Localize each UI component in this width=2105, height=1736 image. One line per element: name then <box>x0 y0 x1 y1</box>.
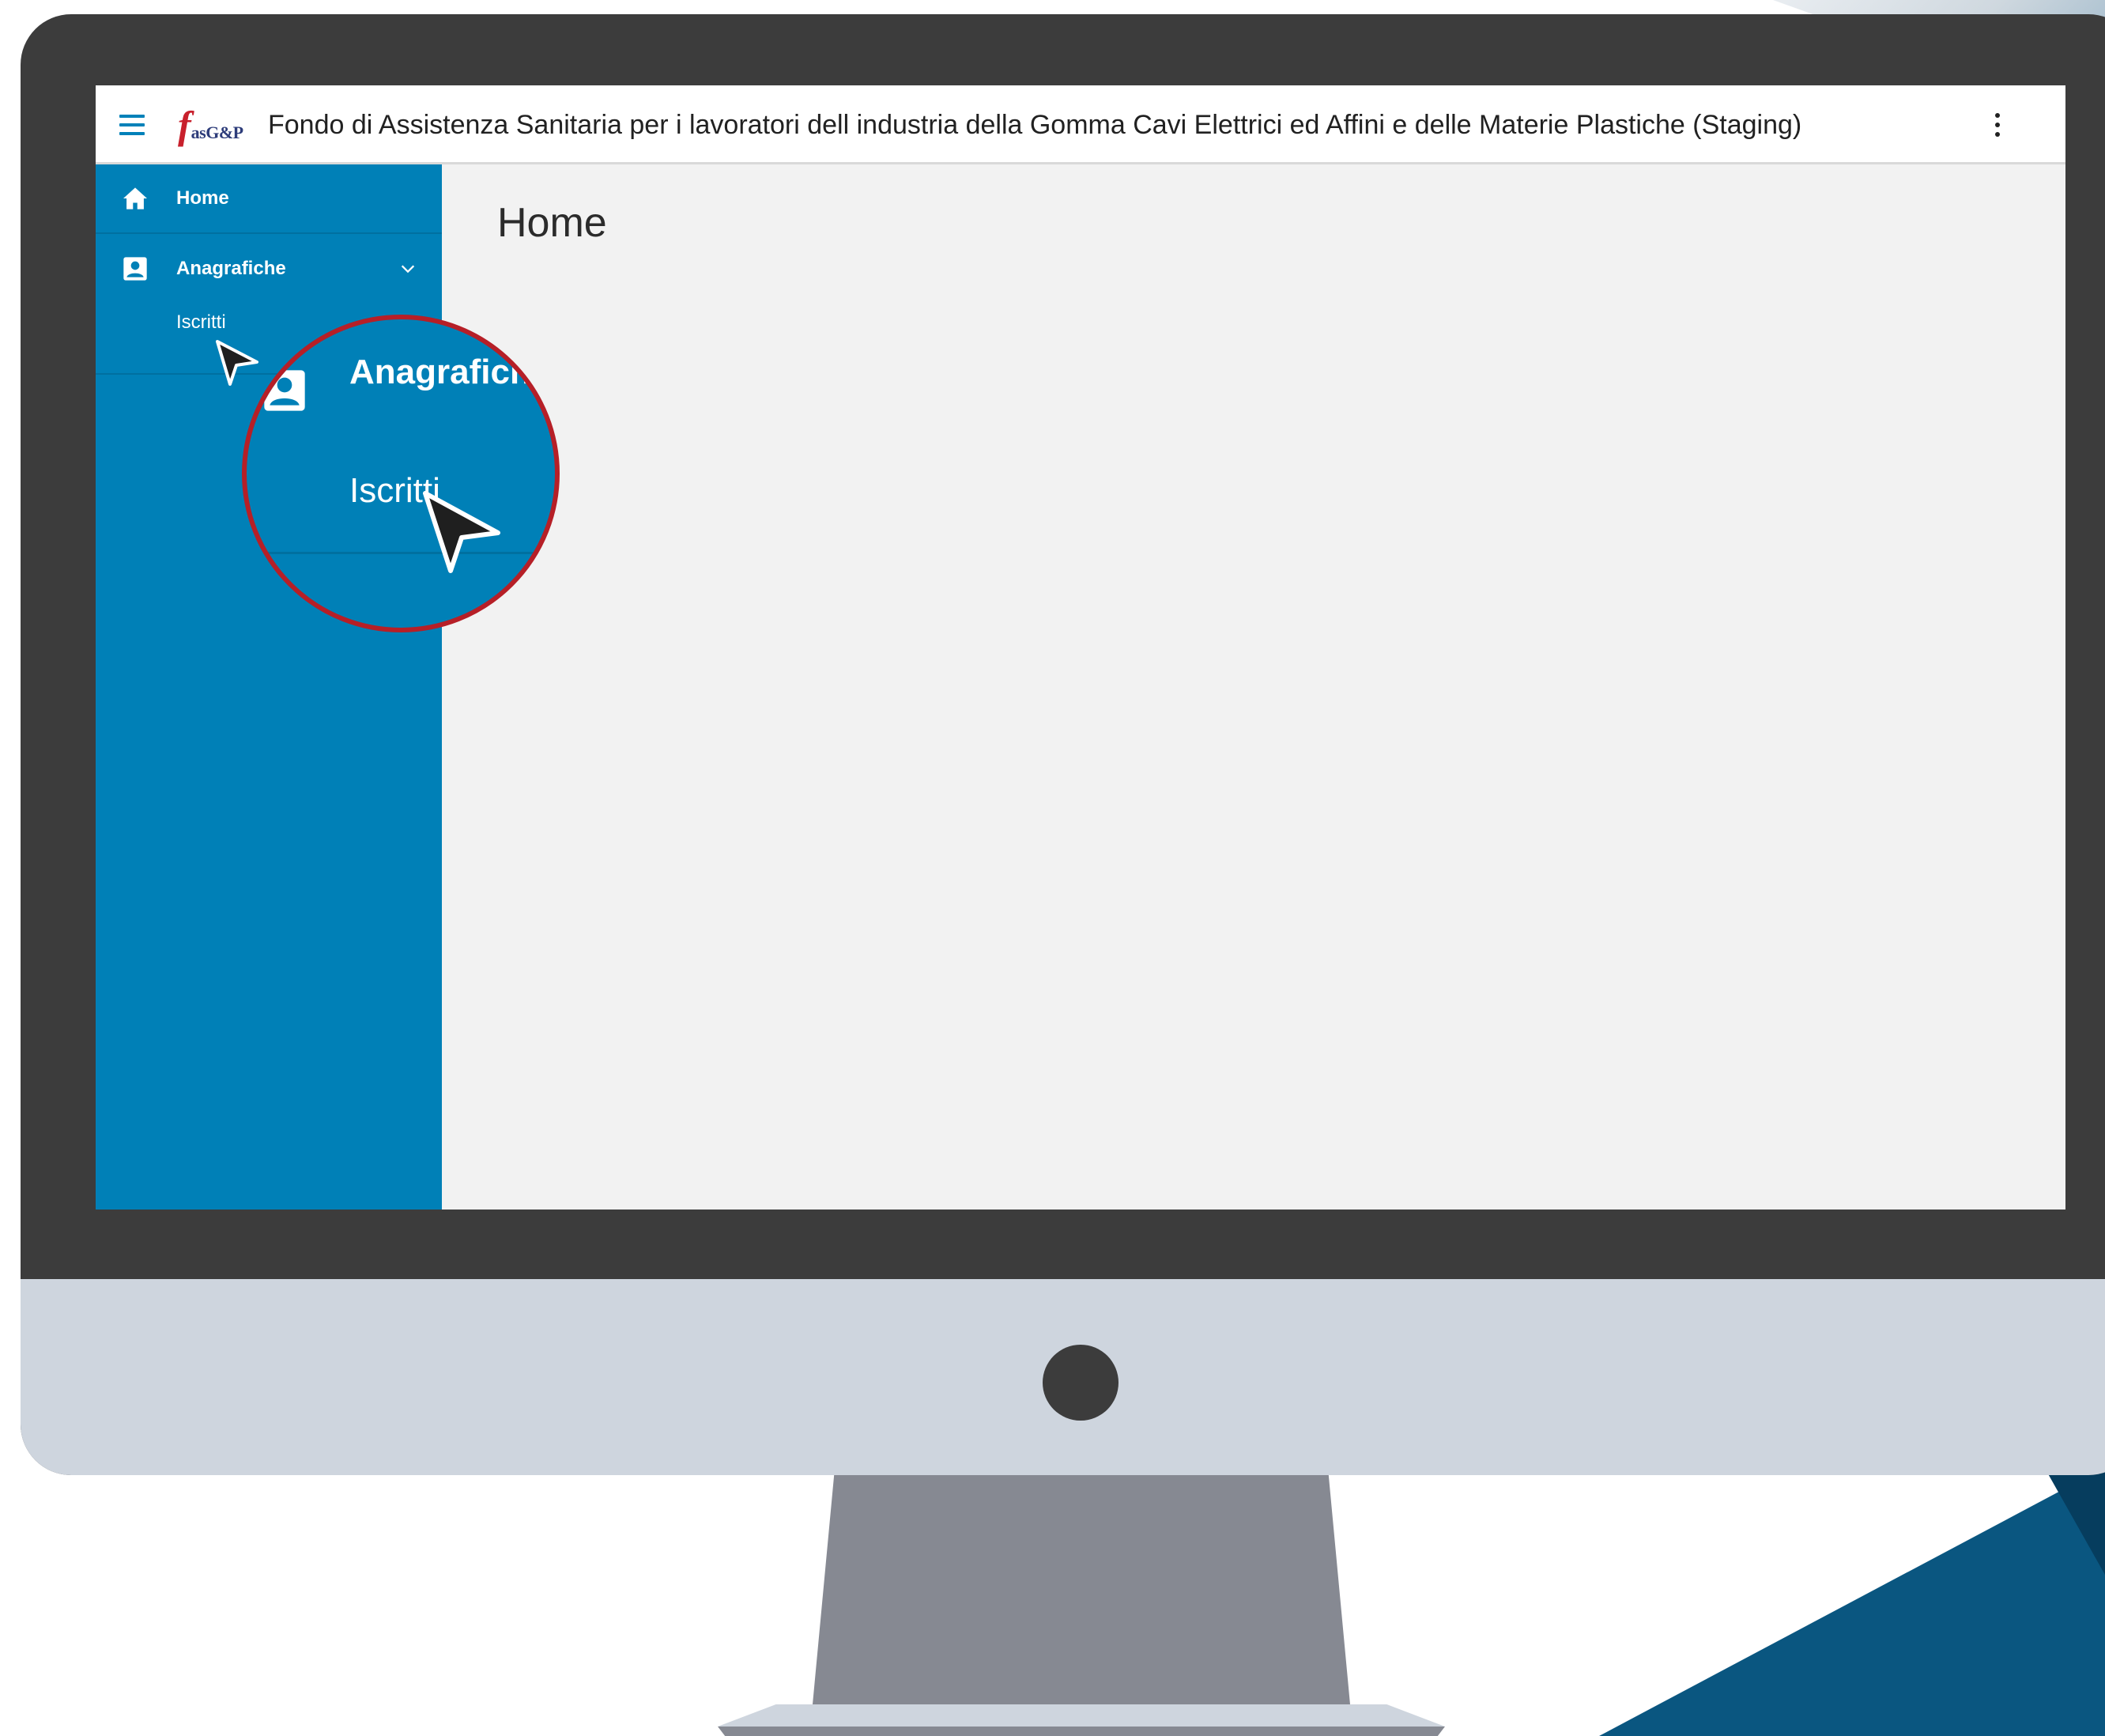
contact-card-icon <box>264 370 305 411</box>
sidebar-item-anagrafiche[interactable]: Anagrafiche <box>96 234 442 304</box>
zoom-callout: Anagrafiche Iscritti <box>242 315 560 632</box>
mouse-pointer-icon <box>423 491 500 573</box>
app-title: Fondo di Assistenza Sanitaria per i lavo… <box>268 110 1802 140</box>
more-options-icon[interactable] <box>1986 109 2009 141</box>
app-screen: f asG&P Fondo di Assistenza Sanitaria pe… <box>96 85 2065 1210</box>
contact-card-icon <box>121 255 149 283</box>
callout-heading: Anagrafiche <box>349 353 551 391</box>
monitor-camera <box>1043 1345 1119 1421</box>
logo-letter: f <box>178 103 191 147</box>
sidebar-subitem-label: Iscritti <box>176 311 226 333</box>
hamburger-menu-icon[interactable] <box>119 109 145 141</box>
background-shape-bottom <box>1599 1467 2105 1736</box>
sidebar-item-label: Home <box>176 187 229 209</box>
fasgp-logo: f asG&P <box>178 103 243 147</box>
monitor-stand-neck <box>813 1475 1350 1704</box>
logo-text: asG&P <box>191 123 243 142</box>
page-title: Home <box>497 200 607 246</box>
sidebar-item-home[interactable]: Home <box>96 164 442 234</box>
chevron-down-icon[interactable] <box>399 260 417 277</box>
monitor-stand-base-edge <box>718 1727 1445 1736</box>
top-app-bar: f asG&P Fondo di Assistenza Sanitaria pe… <box>96 85 2065 164</box>
home-icon <box>121 184 149 213</box>
sidebar-item-label: Anagrafiche <box>176 258 286 279</box>
callout-divider <box>247 552 555 554</box>
mouse-pointer-icon <box>216 340 258 386</box>
